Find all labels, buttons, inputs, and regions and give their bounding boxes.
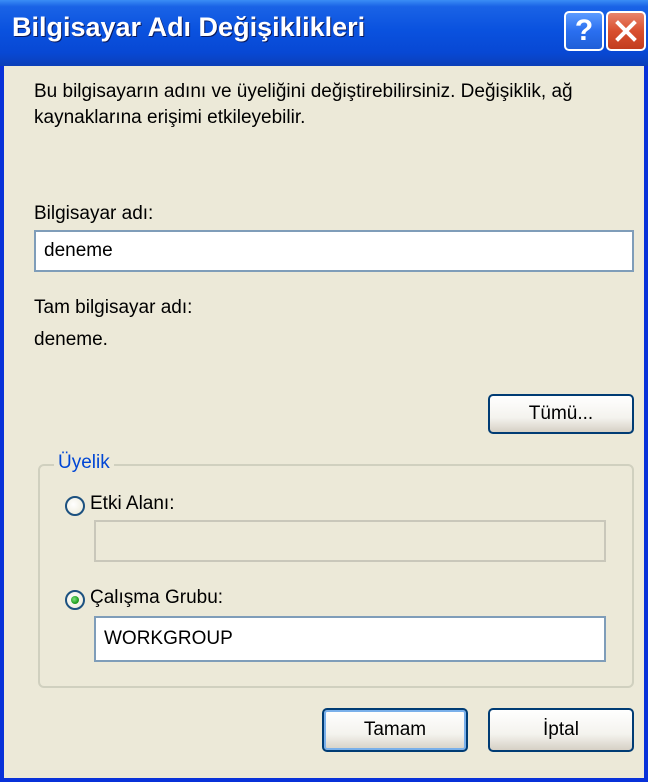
close-button[interactable] [606,11,646,51]
workgroup-label[interactable]: Çalışma Grubu: [90,587,223,609]
domain-radio[interactable] [65,496,85,516]
workgroup-input[interactable] [94,616,606,662]
full-name-value: deneme. [34,329,108,350]
domain-input[interactable] [94,520,606,562]
computer-name-label: Bilgisayar adı: [34,203,154,224]
window-title: Bilgisayar Adı Değişiklikleri [12,12,366,42]
question-mark-icon: ? [574,14,594,47]
workgroup-radio[interactable] [65,590,85,610]
cancel-button[interactable]: İptal [488,708,634,752]
description-text: Bu bilgisayarın adını ve üyeliğini değiş… [34,81,573,128]
domain-label[interactable]: Etki Alanı: [90,493,175,515]
full-name-label: Tam bilgisayar adı: [34,297,193,318]
more-button[interactable]: Tümü... [488,394,634,434]
membership-legend: Üyelik [54,452,114,474]
dialog-window: Bilgisayar Adı Değişiklikleri ? Bu bilgi… [0,0,648,782]
title-bar[interactable]: Bilgisayar Adı Değişiklikleri ? [0,0,648,66]
close-icon [615,20,637,42]
ok-button[interactable]: Tamam [322,708,468,752]
help-button[interactable]: ? [564,11,604,51]
computer-name-input[interactable] [34,230,634,272]
